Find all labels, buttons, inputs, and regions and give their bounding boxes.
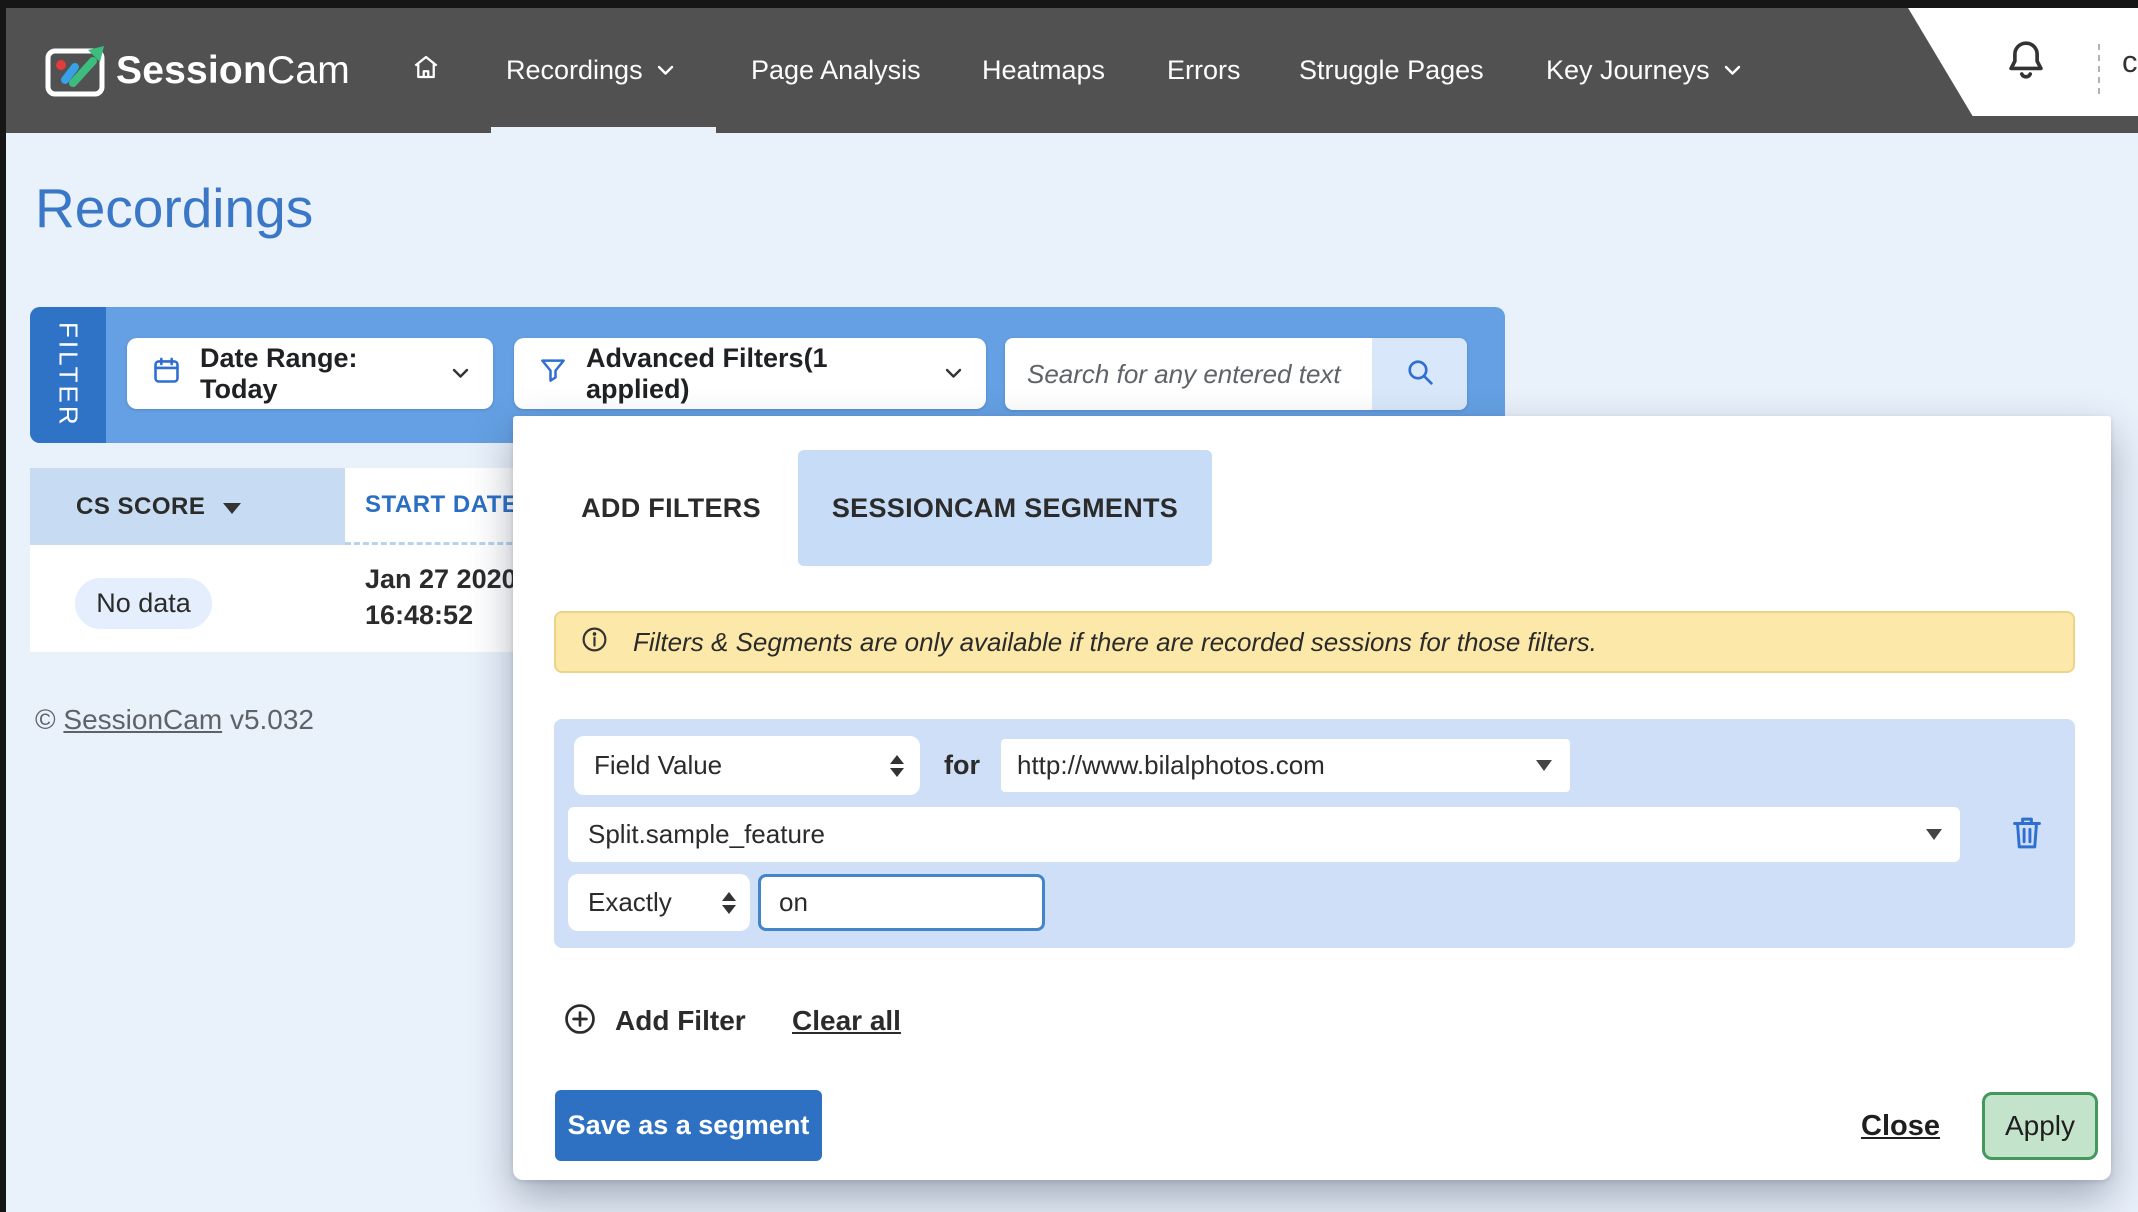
nav-item-struggle-pages[interactable]: Struggle Pages [1299, 8, 1484, 133]
calendar-icon [151, 355, 182, 393]
filter-collapse-tab[interactable]: FILTER [30, 307, 106, 443]
footer-brand-link[interactable]: SessionCam [63, 704, 222, 735]
window-left-edge [0, 0, 6, 1212]
version-text: v5.032 [230, 704, 314, 735]
nav-item-errors[interactable]: Errors [1167, 8, 1241, 133]
column-header-cs-score[interactable]: CS SCORE [30, 468, 345, 545]
page-title: Recordings [35, 176, 313, 240]
cs-score-label: CS SCORE [76, 493, 205, 521]
filter-value-input[interactable] [758, 874, 1045, 931]
copyright-symbol: © [35, 704, 56, 735]
notice-text: Filters & Segments are only available if… [633, 627, 1597, 658]
filter-tab-label: FILTER [53, 322, 84, 428]
date-range-button[interactable]: Date Range: Today [127, 338, 493, 409]
site-select-value: http://www.bilalphotos.com [1017, 750, 1325, 781]
chevron-down-icon [657, 65, 674, 76]
search-button[interactable] [1372, 338, 1467, 410]
chevron-down-icon [452, 368, 469, 379]
nav-item-page-analysis[interactable]: Page Analysis [751, 8, 921, 133]
nav-item-label: Errors [1167, 55, 1241, 86]
chevron-down-icon [945, 368, 962, 379]
advanced-filters-panel: ADD FILTERS SESSIONCAM SEGMENTS Filters … [513, 416, 2111, 1180]
nav-item-heatmaps[interactable]: Heatmaps [982, 8, 1105, 133]
nav-item-label: Key Journeys [1546, 55, 1710, 86]
trash-icon [2009, 814, 2045, 857]
nav-item-label: Heatmaps [982, 55, 1105, 86]
advanced-filters-label: Advanced Filters(1 applied) [586, 343, 927, 405]
select-spinner-icon [722, 892, 736, 914]
funnel-icon [538, 355, 568, 392]
add-filter-label: Add Filter [615, 1005, 746, 1037]
advanced-filters-button[interactable]: Advanced Filters(1 applied) [514, 338, 986, 409]
nav-item-label: Struggle Pages [1299, 55, 1484, 86]
site-select[interactable]: http://www.bilalphotos.com [1001, 739, 1570, 792]
nav-item-recordings[interactable]: Recordings [506, 8, 674, 133]
footer: © SessionCam v5.032 [35, 704, 314, 736]
chevron-down-icon [1724, 65, 1741, 76]
filter-card: Field Value for http://www.bilalphotos.c… [554, 719, 2075, 948]
attribute-select-value: Split.sample_feature [588, 819, 825, 850]
start-date-value: Jan 27 2020, 16:48:52 [365, 561, 524, 633]
plus-circle-icon [563, 1002, 597, 1041]
clipped-account-text: c [2122, 8, 2138, 116]
start-date-line1: Jan 27 2020, [365, 561, 524, 597]
start-date-label: START DATE [365, 491, 518, 519]
operator-select[interactable]: Exactly [568, 874, 750, 931]
bell-icon [2003, 37, 2049, 88]
search-icon [1404, 356, 1436, 393]
sessioncam-logo-icon [44, 42, 108, 100]
window-top-edge [0, 0, 2138, 8]
start-date-line2: 16:48:52 [365, 597, 524, 633]
tab-add-filters[interactable]: ADD FILTERS [561, 450, 781, 566]
close-link[interactable]: Close [1861, 1101, 1940, 1151]
brand-name-light: Cam [267, 49, 350, 93]
add-filter-button[interactable]: Add Filter [563, 996, 746, 1046]
save-segment-button[interactable]: Save as a segment [555, 1090, 822, 1161]
home-icon [410, 51, 442, 90]
apply-button[interactable]: Apply [1982, 1092, 2098, 1160]
notifications-button[interactable] [2000, 36, 2052, 88]
clipped-letter: c [2122, 44, 2138, 80]
brand-name[interactable]: SessionCam [116, 8, 350, 133]
clear-all-link[interactable]: Clear all [792, 996, 901, 1046]
operator-select-value: Exactly [588, 887, 672, 918]
search-input[interactable] [1005, 338, 1372, 410]
navbar-right-notch: c [1900, 8, 2138, 116]
vertical-divider [2098, 44, 2100, 94]
sort-desc-icon [223, 503, 241, 514]
field-type-value: Field Value [594, 750, 722, 781]
field-type-select[interactable]: Field Value [574, 736, 920, 795]
nav-item-key-journeys[interactable]: Key Journeys [1546, 8, 1741, 133]
select-spinner-icon [890, 755, 904, 777]
info-icon [580, 625, 609, 659]
screen: SessionCam Recordings Page Analysis Heat… [0, 0, 2138, 1212]
dropdown-arrow-icon [1536, 760, 1552, 771]
cs-score-badge: No data [75, 578, 212, 629]
for-label: for [944, 736, 980, 795]
active-nav-indicator [491, 127, 716, 133]
nav-item-label: Recordings [506, 55, 643, 86]
nav-home[interactable] [410, 8, 442, 133]
top-navbar: SessionCam Recordings Page Analysis Heat… [0, 8, 2138, 133]
dropdown-arrow-icon [1926, 829, 1942, 840]
attribute-select[interactable]: Split.sample_feature [568, 807, 1960, 862]
date-range-label: Date Range: Today [200, 343, 434, 405]
delete-filter-button[interactable] [2004, 811, 2050, 859]
nav-item-label: Page Analysis [751, 55, 921, 86]
notice-banner: Filters & Segments are only available if… [554, 611, 2075, 673]
brand-name-bold: Session [116, 49, 267, 93]
tab-sessioncam-segments[interactable]: SESSIONCAM SEGMENTS [798, 450, 1212, 566]
search-box [1005, 338, 1467, 410]
